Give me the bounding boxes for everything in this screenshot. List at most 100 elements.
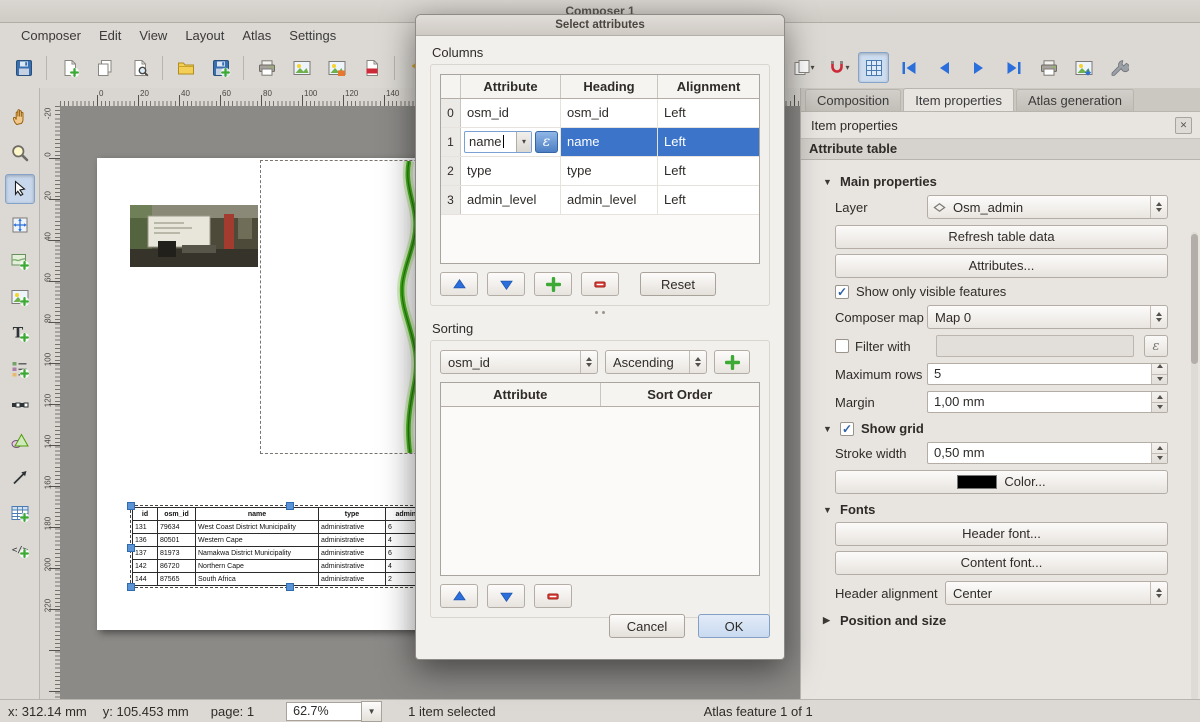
column-row[interactable]: 3admin_leveladmin_levelLeft xyxy=(441,186,759,215)
export-pdf-button[interactable] xyxy=(356,52,387,83)
cancel-button[interactable]: Cancel xyxy=(609,614,685,638)
add-label-tool[interactable]: T xyxy=(5,318,35,348)
resize-handle[interactable] xyxy=(286,583,294,591)
add-column-button[interactable] xyxy=(534,272,572,296)
add-table-tool[interactable] xyxy=(5,498,35,528)
duplicate-composition-button[interactable] xyxy=(89,52,120,83)
zoom-tool[interactable] xyxy=(5,138,35,168)
resize-handle[interactable] xyxy=(127,544,135,552)
content-font-button[interactable]: Content font... xyxy=(835,551,1168,575)
save-button[interactable] xyxy=(8,52,39,83)
new-composition-button[interactable] xyxy=(54,52,85,83)
atlas-preview-button[interactable] xyxy=(858,52,889,83)
atlas-settings-button[interactable] xyxy=(1103,52,1134,83)
attribute-editor[interactable]: name▾ xyxy=(464,131,532,153)
expression-builder-button[interactable]: ε xyxy=(535,131,558,153)
spinner-arrows-icon[interactable] xyxy=(1151,443,1167,463)
resize-handle[interactable] xyxy=(127,583,135,591)
stroke-width-spinner[interactable]: 0,50 mm xyxy=(927,442,1168,464)
show-grid-checkbox[interactable] xyxy=(840,422,854,436)
atlas-export-button[interactable] xyxy=(1068,52,1099,83)
add-map-tool[interactable] xyxy=(5,246,35,276)
export-svg-button[interactable] xyxy=(321,52,352,83)
move-column-up-button[interactable] xyxy=(440,272,478,296)
atlas-next-button[interactable] xyxy=(963,52,994,83)
composer-manager-button[interactable] xyxy=(124,52,155,83)
group-position-and-size[interactable]: ▶ Position and size xyxy=(823,613,1200,628)
reset-button[interactable]: Reset xyxy=(640,272,716,296)
add-shape-tool[interactable] xyxy=(5,426,35,456)
header-alignment-combo[interactable]: Center xyxy=(945,581,1168,605)
add-image-tool[interactable] xyxy=(5,282,35,312)
remove-sort-button[interactable] xyxy=(534,584,572,608)
maximum-rows-spinner[interactable]: 5 xyxy=(927,363,1168,385)
menu-view[interactable]: View xyxy=(130,25,176,46)
print-button[interactable] xyxy=(251,52,282,83)
move-column-down-button[interactable] xyxy=(487,272,525,296)
resize-handle[interactable] xyxy=(127,502,135,510)
menu-atlas[interactable]: Atlas xyxy=(233,25,280,46)
color-button[interactable]: Color... xyxy=(835,470,1168,494)
select-move-tool[interactable] xyxy=(5,174,35,204)
layer-combo[interactable]: Osm_admin xyxy=(927,195,1168,219)
chevron-down-icon[interactable]: ▼ xyxy=(361,701,382,722)
add-sort-button[interactable] xyxy=(714,350,750,374)
menu-layout[interactable]: Layout xyxy=(176,25,233,46)
tab-item-properties[interactable]: Item properties xyxy=(903,88,1014,111)
add-arrow-tool[interactable] xyxy=(5,462,35,492)
remove-column-button[interactable] xyxy=(581,272,619,296)
attributes-button[interactable]: Attributes... xyxy=(835,254,1168,278)
move-sort-down-button[interactable] xyxy=(487,584,525,608)
atlas-print-button[interactable] xyxy=(1033,52,1064,83)
atlas-last-button[interactable] xyxy=(998,52,1029,83)
add-html-tool[interactable]: </> xyxy=(5,534,35,564)
alignment-cell: Left xyxy=(658,128,759,156)
splitter-handle[interactable] xyxy=(430,306,770,318)
tab-atlas-generation[interactable]: Atlas generation xyxy=(1016,89,1134,111)
expression-builder-button[interactable]: ε xyxy=(1144,335,1168,357)
picture-item[interactable] xyxy=(130,205,258,267)
sorting-attribute-combo[interactable]: osm_id xyxy=(440,350,598,374)
column-row[interactable]: 2typetypeLeft xyxy=(441,157,759,186)
add-legend-tool[interactable] xyxy=(5,354,35,384)
resize-handle[interactable] xyxy=(286,502,294,510)
show-only-visible-checkbox[interactable] xyxy=(835,285,849,299)
filter-with-checkbox[interactable] xyxy=(835,339,849,353)
save-as-template-button[interactable] xyxy=(205,52,236,83)
atlas-first-button[interactable] xyxy=(893,52,924,83)
attribute-table-item[interactable]: idosm_idnametypeadmin_level13179634West … xyxy=(130,505,448,588)
load-from-template-button[interactable] xyxy=(170,52,201,83)
ok-button[interactable]: OK xyxy=(698,614,770,638)
add-scalebar-tool[interactable] xyxy=(5,390,35,420)
tab-composition[interactable]: Composition xyxy=(805,89,901,111)
column-row[interactable]: 0osm_idosm_idLeft xyxy=(441,99,759,128)
export-image-button[interactable] xyxy=(286,52,317,83)
menu-composer[interactable]: Composer xyxy=(12,25,90,46)
sorting-order-combo[interactable]: Ascending xyxy=(605,350,707,374)
composer-map-combo[interactable]: Map 0 xyxy=(927,305,1168,329)
group-show-grid[interactable]: ▼ Show grid xyxy=(823,421,1200,436)
spinner-arrows-icon[interactable] xyxy=(1151,392,1167,412)
add-pages-dropdown-button[interactable]: ▾ xyxy=(788,52,819,83)
group-main-properties[interactable]: ▼ Main properties xyxy=(823,174,1200,189)
spinner-arrows-icon[interactable] xyxy=(1151,364,1167,384)
move-sort-up-button[interactable] xyxy=(440,584,478,608)
snapping-dropdown-button[interactable]: ▾ xyxy=(823,52,854,83)
margin-spinner[interactable]: 1,00 mm xyxy=(927,391,1168,413)
chevron-down-icon[interactable]: ▾ xyxy=(516,132,531,152)
zoom-value[interactable]: 62.7% xyxy=(286,702,362,721)
close-panel-icon[interactable]: ✕ xyxy=(1175,117,1192,134)
move-content-tool[interactable] xyxy=(5,210,35,240)
refresh-table-data-button[interactable]: Refresh table data xyxy=(835,225,1168,249)
column-row[interactable]: 1name▾εnameLeft xyxy=(441,128,759,157)
panel-scrollbar[interactable] xyxy=(1191,232,1198,700)
menu-settings[interactable]: Settings xyxy=(280,25,345,46)
atlas-previous-button[interactable] xyxy=(928,52,959,83)
dialog-titlebar[interactable]: Select attributes xyxy=(416,15,784,36)
zoom-combo[interactable]: 62.7% ▼ xyxy=(286,701,382,722)
scrollbar-thumb[interactable] xyxy=(1191,234,1198,364)
menu-edit[interactable]: Edit xyxy=(90,25,130,46)
header-font-button[interactable]: Header font... xyxy=(835,522,1168,546)
group-fonts[interactable]: ▼ Fonts xyxy=(823,502,1200,517)
pan-tool[interactable] xyxy=(5,102,35,132)
